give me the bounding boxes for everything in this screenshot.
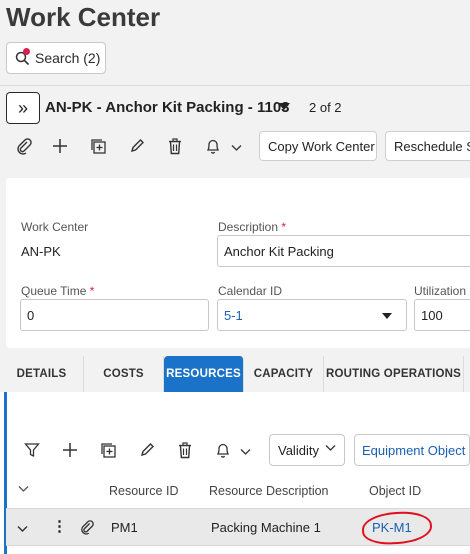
validity-select[interactable]: Validity: [269, 434, 345, 466]
work-center-label: Work Center: [21, 220, 89, 234]
column-header-resource-description[interactable]: Resource Description: [209, 484, 329, 498]
add-icon[interactable]: [48, 134, 72, 158]
row-attachment-paperclip-icon[interactable]: [80, 519, 94, 538]
tab-routing-operations[interactable]: ROUTING OPERATIONS: [324, 356, 464, 392]
calendar-id-value: 5-1: [224, 307, 243, 323]
tab-resources[interactable]: RESOURCES: [164, 356, 244, 392]
calendar-id-select[interactable]: 5-1: [217, 299, 407, 331]
paperclip-icon[interactable]: [12, 134, 36, 158]
row-menu-kebab-icon[interactable]: ⋮: [52, 517, 67, 535]
copy-work-center-button[interactable]: Copy Work Center: [259, 131, 377, 161]
chevron-down-icon[interactable]: [224, 136, 248, 160]
queue-time-label-text: Queue Time: [21, 284, 87, 298]
filter-icon[interactable]: [20, 438, 44, 462]
required-mark: *: [89, 284, 95, 298]
bell-icon[interactable]: [211, 438, 235, 462]
record-dropdown-caret-icon[interactable]: [278, 103, 290, 110]
record-pager: 2 of 2: [309, 100, 342, 115]
add-icon[interactable]: [58, 438, 82, 462]
resource-id-cell: PM1: [111, 520, 138, 535]
duplicate-icon[interactable]: [86, 134, 110, 158]
reschedule-button[interactable]: Reschedule Sh: [385, 131, 470, 161]
chevron-down-icon[interactable]: [233, 440, 257, 464]
description-label: Description *: [218, 220, 286, 234]
record-title: AN-PK - Anchor Kit Packing - 1103: [45, 99, 290, 116]
tab-details[interactable]: DETAILS: [0, 356, 84, 392]
chevron-down-icon: [325, 443, 336, 455]
record-toolbar: Copy Work Center Reschedule Sh: [0, 128, 470, 164]
queue-time-field[interactable]: 0: [20, 299, 209, 331]
annotation-circle: [361, 510, 433, 546]
column-header-resource-id[interactable]: Resource ID: [109, 484, 178, 498]
page-title: Work Center: [6, 2, 161, 32]
resource-description-cell: Packing Machine 1: [211, 520, 321, 535]
bell-icon[interactable]: [201, 134, 225, 158]
equipment-object-button[interactable]: Equipment Object: [354, 434, 470, 466]
description-label-text: Description: [218, 220, 279, 234]
notification-dot: [23, 48, 30, 55]
collapse-all-chevron-icon[interactable]: [18, 482, 29, 496]
dropdown-caret-icon: [382, 313, 392, 319]
column-header-object-id[interactable]: Object ID: [369, 484, 421, 498]
description-field[interactable]: Anchor Kit Packing: [217, 235, 470, 267]
edit-pencil-icon[interactable]: [135, 438, 159, 462]
row-expand-chevron-icon[interactable]: [17, 521, 28, 536]
tab-bar: DETAILS COSTS RESOURCES CAPACITY ROUTING…: [0, 356, 470, 392]
double-chevron-right-icon: »: [17, 97, 28, 118]
calendar-id-label: Calendar ID: [218, 284, 283, 298]
utilization-field[interactable]: 100: [414, 299, 470, 331]
delete-trash-icon[interactable]: [173, 438, 197, 462]
table-row[interactable]: ⋮ PM1 Packing Machine 1 PK-M1: [6, 508, 470, 546]
search-icon: [15, 48, 31, 66]
utilization-label: Utilization: [414, 284, 467, 298]
work-center-form: Work Center AN-PK Description * Anchor K…: [6, 178, 470, 348]
edit-pencil-icon[interactable]: [125, 134, 149, 158]
queue-time-label: Queue Time *: [21, 284, 94, 298]
required-mark: *: [281, 220, 287, 234]
duplicate-icon[interactable]: [96, 438, 120, 462]
tab-costs[interactable]: COSTS: [84, 356, 164, 392]
search-button-label: Search (2): [35, 50, 101, 66]
tab-capacity[interactable]: CAPACITY: [244, 356, 324, 392]
work-center-value: AN-PK: [21, 244, 61, 259]
validity-select-value: Validity: [278, 442, 319, 458]
search-button[interactable]: Search (2): [6, 42, 106, 74]
delete-trash-icon[interactable]: [163, 134, 187, 158]
grid-header: Resource ID Resource Description Object …: [0, 476, 470, 506]
divider: [0, 85, 470, 86]
resources-toolbar: Validity Equipment Object: [0, 434, 470, 468]
expand-navigator-button[interactable]: »: [6, 92, 40, 124]
